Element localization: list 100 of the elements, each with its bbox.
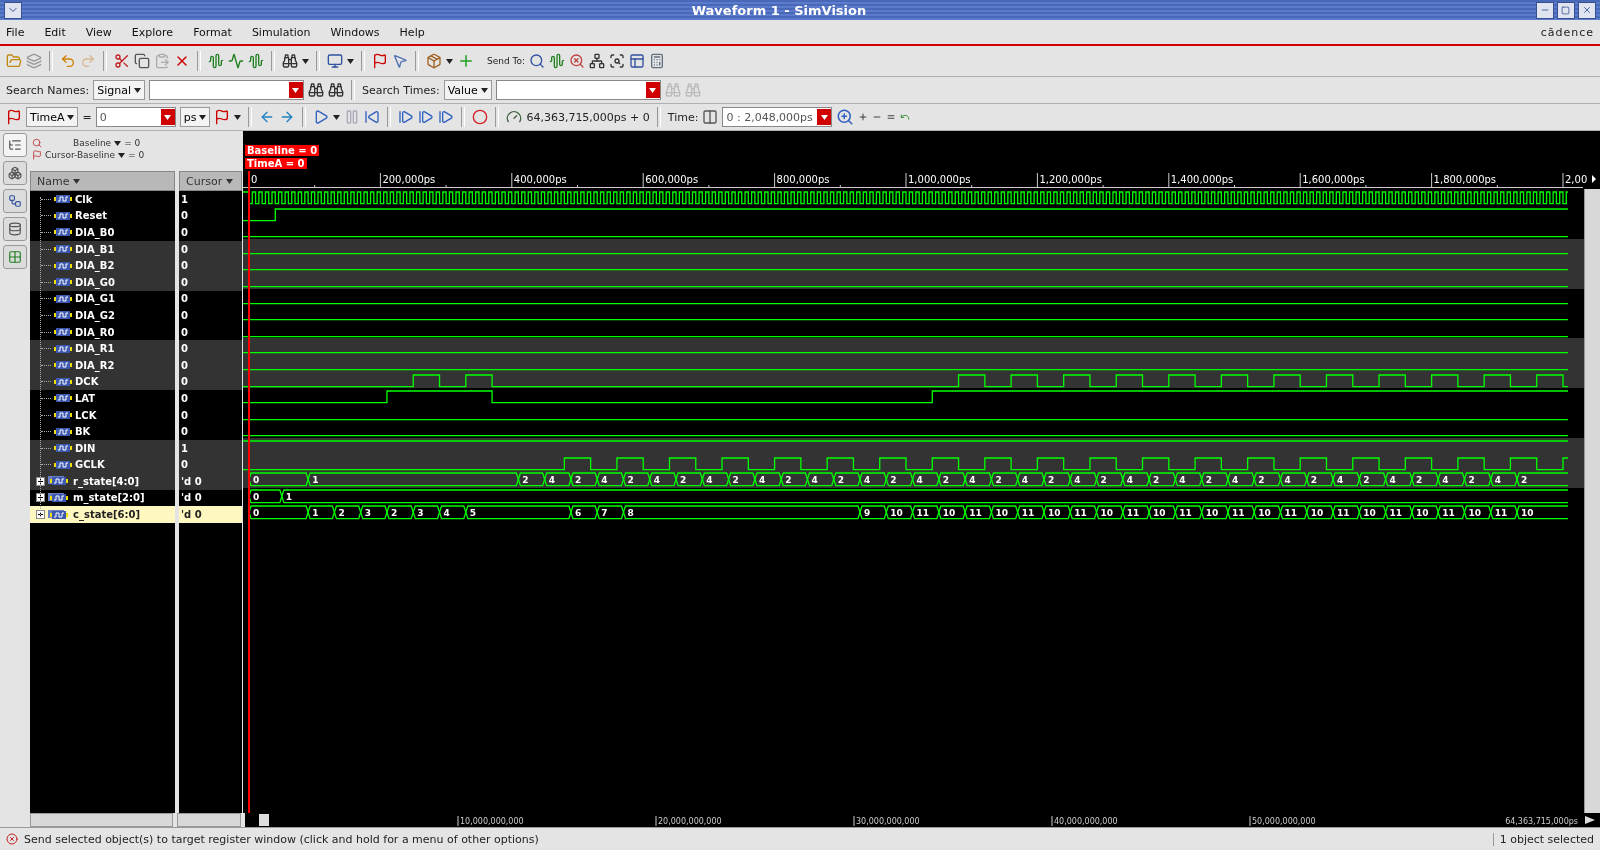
signal-name: DIN (75, 442, 96, 454)
waveform-icon[interactable] (248, 53, 264, 69)
value-dropdown[interactable]: Value (443, 80, 492, 100)
column-header[interactable]: Name (30, 171, 175, 191)
pointer-icon[interactable] (392, 53, 408, 69)
panel-icon[interactable] (629, 53, 646, 69)
signal-row[interactable]: r_state[4:0] (30, 473, 175, 490)
signal-icon (54, 443, 72, 454)
waveform-icon[interactable] (208, 53, 224, 69)
menu-item[interactable]: Explore (131, 25, 174, 39)
scan-icon[interactable] (609, 53, 626, 69)
status-message: Send selected object(s) to target register window (click and hold for a menu of other options) (24, 832, 539, 846)
menu-item[interactable]: Simulation (251, 25, 311, 39)
bus-value-segment: 11 (1017, 505, 1045, 520)
bus-value-segment: 2 (1358, 472, 1387, 487)
horizontal-scrollbar[interactable] (176, 813, 241, 827)
vertical-scrollbar[interactable] (1584, 189, 1600, 813)
signal-name: r_state[4:0] (73, 475, 140, 487)
step-icon[interactable] (398, 109, 415, 125)
bus-value-segment: 4 (1490, 472, 1518, 487)
binoculars-icon[interactable] (282, 53, 298, 69)
folder-icon[interactable] (6, 53, 22, 69)
signal-name: LCK (75, 409, 97, 421)
signal-icon (54, 277, 72, 288)
signal-row[interactable]: DIA_R1 (30, 340, 175, 357)
menu-item[interactable]: Format (193, 25, 232, 39)
cut-icon[interactable] (114, 53, 130, 69)
menu-item[interactable]: Windows (330, 25, 380, 39)
monitor-icon[interactable] (327, 53, 343, 69)
side-tab[interactable] (3, 189, 27, 213)
signal-row[interactable]: DIA_B2 (30, 257, 175, 274)
rewind-icon[interactable] (364, 109, 381, 125)
binoculars-icon[interactable] (308, 82, 324, 98)
signal-name: Clk (75, 193, 93, 205)
close-button[interactable] (1578, 1, 1596, 19)
maximize-button[interactable] (1557, 1, 1575, 19)
baseline-label: Cursor-Baseline (45, 150, 116, 160)
bus-value-segment: 4 (1069, 472, 1098, 487)
scroll-right-icon[interactable] (1592, 175, 1596, 183)
waveform-icon[interactable] (228, 53, 244, 69)
time-range-field[interactable]: 0 : 2,048,000ps (722, 107, 833, 127)
baseline-value: = 0 (128, 150, 145, 160)
stop-icon[interactable] (472, 109, 489, 125)
search-times-field[interactable] (495, 80, 661, 100)
signal-dropdown[interactable]: Signal (93, 80, 145, 100)
dropdown-button[interactable] (645, 82, 660, 98)
marker-dropdown[interactable]: TimeA (26, 107, 79, 127)
zoom-fit-icon[interactable] (886, 112, 897, 122)
flag-icon[interactable] (32, 150, 42, 160)
flag-icon[interactable] (372, 53, 388, 69)
zoom-in-icon[interactable] (858, 112, 869, 122)
side-tab[interactable] (3, 217, 27, 241)
search-icon[interactable] (529, 53, 546, 69)
horizontal-scrollbar[interactable] (30, 813, 173, 827)
dropdown-button[interactable] (160, 109, 175, 125)
calculator-icon[interactable] (649, 53, 666, 69)
side-tab[interactable] (3, 161, 27, 185)
waveform-icon[interactable] (549, 53, 566, 69)
binoculars-icon[interactable] (328, 82, 344, 98)
boxes-icon (8, 166, 22, 180)
package-icon[interactable] (426, 53, 442, 69)
expand-icon[interactable] (36, 510, 45, 520)
zoom-icon[interactable] (836, 108, 855, 126)
menu-item[interactable]: View (85, 25, 112, 39)
unit-dropdown[interactable]: ps (179, 107, 211, 127)
network-icon[interactable] (589, 53, 606, 69)
bus-value-segment: 0 (248, 472, 309, 487)
dropdown-button[interactable] (289, 82, 303, 98)
undo-icon[interactable] (60, 53, 76, 69)
minimize-button[interactable] (1536, 1, 1554, 19)
expand-icon[interactable] (36, 493, 45, 503)
play-icon[interactable] (313, 109, 330, 125)
bus-value-segment: 4 (701, 472, 730, 487)
bus-value-segment: 2 (570, 472, 598, 487)
menu-item[interactable]: Edit (44, 25, 66, 39)
bus-value-segment: 4 (543, 472, 572, 487)
marker-flag[interactable]: TimeA = 0 (245, 158, 307, 169)
search-names-field[interactable] (149, 80, 304, 100)
flag-icon[interactable] (214, 109, 231, 125)
search-icon[interactable] (569, 53, 586, 69)
undo-zoom-icon[interactable] (900, 112, 911, 122)
window-menu-button[interactable] (4, 1, 22, 19)
expand-icon[interactable] (36, 476, 45, 486)
side-tab[interactable] (3, 245, 27, 269)
dropdown-button[interactable] (817, 109, 832, 125)
menu-item[interactable]: Help (399, 25, 425, 39)
signal-row[interactable]: c_state[6:0] (30, 506, 175, 523)
marker-flag[interactable]: Baseline = 0 (245, 145, 320, 156)
time-label: 800,000ps (776, 174, 830, 185)
step-icon[interactable] (418, 109, 435, 125)
flag-icon[interactable] (6, 109, 22, 125)
step-icon[interactable] (438, 109, 455, 125)
column-header[interactable]: Cursor (179, 171, 242, 191)
scroll-right-icon[interactable] (1585, 816, 1595, 824)
side-tab[interactable] (3, 133, 27, 157)
copy-icon[interactable] (134, 53, 150, 69)
bus-value-segment: 2 (1253, 472, 1282, 487)
menu-item[interactable]: File (6, 25, 25, 39)
marker-time-field[interactable]: 0 (95, 107, 176, 127)
range-icon[interactable] (702, 109, 719, 125)
